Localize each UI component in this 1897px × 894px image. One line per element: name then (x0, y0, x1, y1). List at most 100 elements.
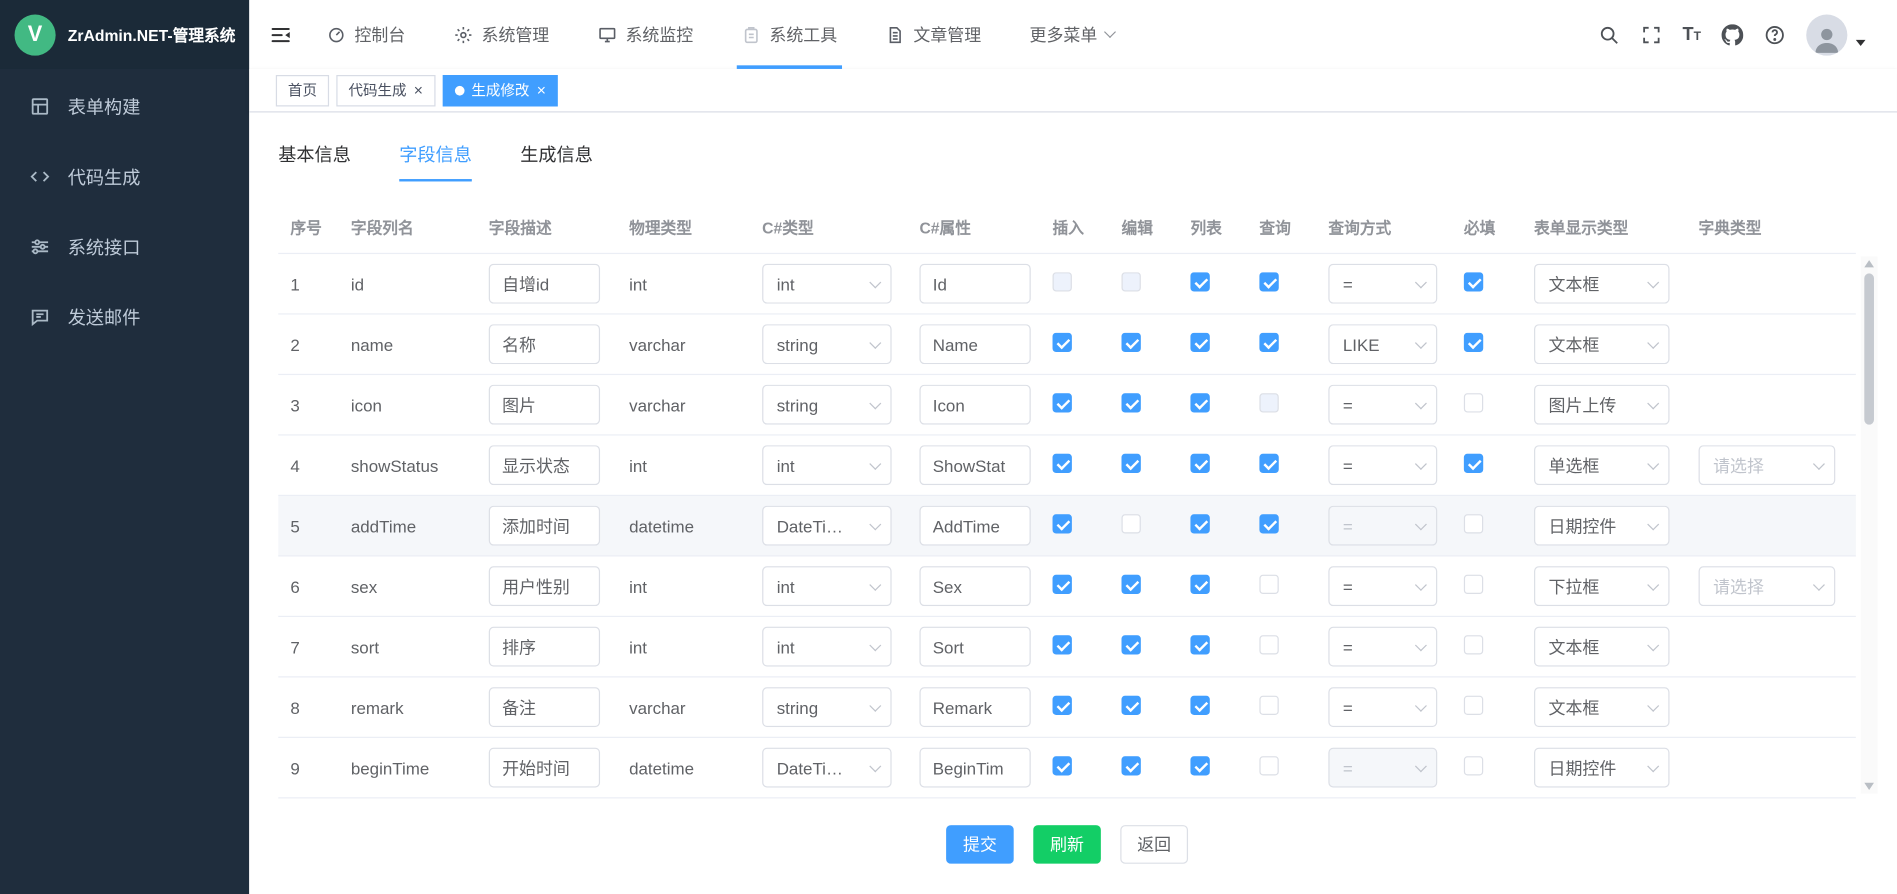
column-desc-input[interactable] (489, 445, 600, 485)
scroll-down-icon[interactable] (1864, 783, 1874, 790)
cs-prop-input[interactable] (919, 506, 1030, 546)
query-checkbox[interactable] (1259, 272, 1278, 291)
cs-type-select[interactable]: string (762, 687, 891, 727)
query-mode-select[interactable]: = (1328, 445, 1437, 485)
topnav-item-system-mgmt[interactable]: 系统管理 (454, 0, 550, 69)
query-checkbox[interactable] (1259, 575, 1278, 594)
query-mode-select[interactable]: = (1328, 687, 1437, 727)
required-checkbox[interactable] (1464, 393, 1483, 412)
fullscreen-icon[interactable] (1640, 24, 1662, 46)
insert-checkbox[interactable] (1053, 756, 1072, 775)
edit-checkbox[interactable] (1121, 514, 1140, 533)
required-checkbox[interactable] (1464, 272, 1483, 291)
insert-checkbox[interactable] (1053, 393, 1072, 412)
edit-checkbox[interactable] (1121, 333, 1140, 352)
dict-type-select[interactable]: 请选择 (1699, 566, 1836, 606)
list-checkbox[interactable] (1190, 272, 1209, 291)
search-icon[interactable] (1598, 24, 1620, 46)
required-checkbox[interactable] (1464, 514, 1483, 533)
query-checkbox[interactable] (1259, 514, 1278, 533)
insert-checkbox[interactable] (1053, 696, 1072, 715)
sidebar-item-system-api[interactable]: 系统接口 (0, 212, 249, 282)
query-checkbox[interactable] (1259, 333, 1278, 352)
cs-type-select[interactable]: DateTime (762, 506, 891, 546)
insert-checkbox[interactable] (1053, 635, 1072, 654)
edit-checkbox[interactable] (1121, 635, 1140, 654)
tab-code-generation[interactable]: 代码生成 × (336, 74, 435, 105)
topnav-item-system-tools[interactable]: 系统工具 (742, 0, 838, 69)
topnav-item-dashboard[interactable]: 控制台 (327, 0, 406, 69)
back-button[interactable]: 返回 (1120, 825, 1188, 864)
cs-type-select[interactable]: string (762, 324, 891, 364)
cs-prop-input[interactable] (919, 324, 1030, 364)
display-type-select[interactable]: 日期控件 (1534, 748, 1669, 788)
query-mode-select[interactable]: LIKE (1328, 324, 1437, 364)
display-type-select[interactable]: 文本框 (1534, 324, 1669, 364)
required-checkbox[interactable] (1464, 575, 1483, 594)
list-checkbox[interactable] (1190, 756, 1209, 775)
sidebar-item-send-mail[interactable]: 发送邮件 (0, 282, 249, 352)
column-desc-input[interactable] (489, 687, 600, 727)
cs-prop-input[interactable] (919, 264, 1030, 304)
cs-type-select[interactable]: int (762, 264, 891, 304)
list-checkbox[interactable] (1190, 696, 1209, 715)
required-checkbox[interactable] (1464, 756, 1483, 775)
column-desc-input[interactable] (489, 748, 600, 788)
edit-checkbox[interactable] (1121, 756, 1140, 775)
query-mode-select[interactable]: = (1328, 264, 1437, 304)
query-mode-select[interactable]: = (1328, 385, 1437, 425)
display-type-select[interactable]: 文本框 (1534, 687, 1669, 727)
list-checkbox[interactable] (1190, 514, 1209, 533)
sidebar-item-form-builder[interactable]: 表单构建 (0, 71, 249, 141)
display-type-select[interactable]: 单选框 (1534, 445, 1669, 485)
list-checkbox[interactable] (1190, 575, 1209, 594)
font-size-icon[interactable]: TT (1682, 25, 1700, 43)
list-checkbox[interactable] (1190, 393, 1209, 412)
column-desc-input[interactable] (489, 506, 600, 546)
display-type-select[interactable]: 文本框 (1534, 264, 1669, 304)
query-checkbox[interactable] (1259, 696, 1278, 715)
topnav-item-more-menu[interactable]: 更多菜单 (1030, 0, 1115, 69)
insert-checkbox[interactable] (1053, 454, 1072, 473)
tab-generate-edit[interactable]: 生成修改 × (442, 74, 558, 105)
topnav-item-system-monitor[interactable]: 系统监控 (598, 0, 694, 69)
collapse-sidebar-icon[interactable] (249, 0, 305, 69)
scrollbar-thumb[interactable] (1864, 273, 1874, 424)
edit-checkbox[interactable] (1121, 454, 1140, 473)
cs-type-select[interactable]: int (762, 445, 891, 485)
close-icon[interactable]: × (537, 82, 546, 98)
list-checkbox[interactable] (1190, 333, 1209, 352)
query-mode-select[interactable]: = (1328, 566, 1437, 606)
cs-prop-input[interactable] (919, 385, 1030, 425)
list-checkbox[interactable] (1190, 635, 1209, 654)
sidebar-item-code-gen[interactable]: 代码生成 (0, 142, 249, 212)
table-scrollbar[interactable] (1861, 256, 1878, 793)
required-checkbox[interactable] (1464, 635, 1483, 654)
dict-type-select[interactable]: 请选择 (1699, 445, 1836, 485)
edit-checkbox[interactable] (1121, 696, 1140, 715)
cs-prop-input[interactable] (919, 445, 1030, 485)
display-type-select[interactable]: 文本框 (1534, 627, 1669, 667)
cs-prop-input[interactable] (919, 748, 1030, 788)
github-icon[interactable] (1722, 24, 1744, 46)
topnav-item-article-mgmt[interactable]: 文章管理 (886, 0, 982, 69)
help-icon[interactable] (1764, 24, 1786, 46)
insert-checkbox[interactable] (1053, 333, 1072, 352)
close-icon[interactable]: × (414, 82, 423, 98)
column-desc-input[interactable] (489, 385, 600, 425)
column-desc-input[interactable] (489, 566, 600, 606)
cs-prop-input[interactable] (919, 627, 1030, 667)
cs-prop-input[interactable] (919, 566, 1030, 606)
required-checkbox[interactable] (1464, 333, 1483, 352)
edit-checkbox[interactable] (1121, 393, 1140, 412)
tab-generate-info[interactable]: 生成信息 (520, 137, 593, 182)
display-type-select[interactable]: 图片上传 (1534, 385, 1669, 425)
list-checkbox[interactable] (1190, 454, 1209, 473)
cs-prop-input[interactable] (919, 687, 1030, 727)
tab-field-info[interactable]: 字段信息 (399, 137, 472, 182)
query-checkbox[interactable] (1259, 756, 1278, 775)
query-checkbox[interactable] (1259, 635, 1278, 654)
cs-type-select[interactable]: int (762, 627, 891, 667)
refresh-button[interactable]: 刷新 (1033, 825, 1101, 864)
display-type-select[interactable]: 日期控件 (1534, 506, 1669, 546)
